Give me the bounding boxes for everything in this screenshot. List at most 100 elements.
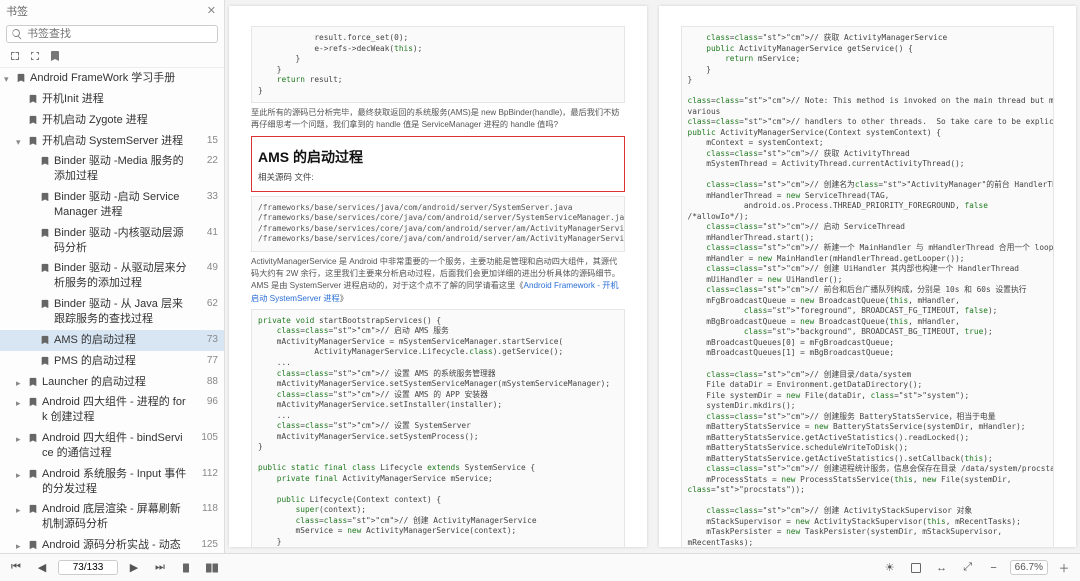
last-page-button[interactable]: ⏭ bbox=[150, 558, 170, 578]
bookmark-label: Android 四大组件 - 进程的 fork 创建过程 bbox=[42, 395, 188, 425]
zoom-out-button[interactable]: − bbox=[984, 558, 1004, 578]
bookmark-page: 118 bbox=[192, 502, 218, 516]
bookmark-label: Binder 驱动 -Media 服务的添加过程 bbox=[54, 154, 188, 184]
bookmark-page: 125 bbox=[192, 538, 218, 552]
sidebar-title: 书签 bbox=[6, 3, 205, 19]
bookmark-item-8[interactable]: AMS 的启动过程 73 bbox=[0, 330, 224, 351]
bookmark-icon bbox=[28, 94, 38, 104]
bookmark-label: Android 源码分析实战 - 动态加载修复 so 库 bbox=[42, 538, 188, 553]
bookmark-icon bbox=[28, 540, 38, 550]
source-files-label: 相关源码 文件: bbox=[258, 171, 618, 183]
bookmark-item-3[interactable]: Binder 驱动 -Media 服务的添加过程 22 bbox=[0, 151, 224, 187]
bookmark-item-11[interactable]: ▸Android 四大组件 - 进程的 fork 创建过程96 bbox=[0, 392, 224, 428]
bookmark-item-6[interactable]: Binder 驱动 - 从驱动层来分析服务的添加过程 49 bbox=[0, 258, 224, 294]
intro-paragraph: ActivityManagerService 是 Android 中非常重要的一… bbox=[251, 256, 625, 305]
bookmark-item-14[interactable]: ▸ Android 底层渲染 - 屏幕刷新机制源码分析 118 bbox=[0, 499, 224, 535]
zoom-in-button[interactable]: ＋ bbox=[1054, 558, 1074, 578]
bookmark-item-15[interactable]: ▸ Android 源码分析实战 - 动态加载修复 so 库 125 bbox=[0, 535, 224, 553]
bookmark-icon bbox=[28, 397, 38, 407]
fit-page-button[interactable]: ⤢ bbox=[958, 558, 978, 578]
bookmark-label: Android 底层渲染 - 屏幕刷新机制源码分析 bbox=[42, 502, 188, 532]
bookmark-search-input[interactable] bbox=[27, 28, 213, 40]
bookmark-item-7[interactable]: Binder 驱动 - 从 Java 层来跟踪服务的查找过程 62 bbox=[0, 294, 224, 330]
bookmark-label: 开机启动 Zygote 进程 bbox=[42, 113, 188, 128]
bookmark-icon bbox=[40, 335, 50, 345]
expand-all-button[interactable] bbox=[8, 49, 22, 63]
bookmark-item-1[interactable]: 开机启动 Zygote 进程 bbox=[0, 110, 224, 131]
bookmark-item-4[interactable]: Binder 驱动 -启动 ServiceManager 进程 33 bbox=[0, 187, 224, 223]
bookmark-page: 73 bbox=[192, 333, 218, 347]
pdf-viewer-window: 书签 ✕ ▾ Android FrameWork 学习手册开机Init 进程开机启… bbox=[0, 0, 1080, 581]
code-block-top: result.force_set(0); e->refs->decWeak(th… bbox=[251, 26, 625, 103]
twist-icon: ▸ bbox=[16, 433, 26, 445]
code-block-bottom: private void startBootstrapServices() { … bbox=[251, 309, 625, 547]
twist-icon: ▸ bbox=[16, 504, 26, 516]
add-bookmark-button[interactable] bbox=[48, 49, 62, 63]
bookmark-page: 49 bbox=[192, 261, 218, 275]
status-bar: ⏮ ◀ ▶ ⏭ ☀ ↔ ⤢ − 66.7% ＋ bbox=[0, 553, 1080, 581]
twist-icon: ▾ bbox=[4, 73, 14, 85]
bookmark-item-9[interactable]: PMS 的启动过程 77 bbox=[0, 351, 224, 372]
bookmark-page: 62 bbox=[192, 297, 218, 311]
source-files-list: /frameworks/base/services/java/com/andro… bbox=[251, 196, 625, 252]
next-page-button[interactable]: ▶ bbox=[124, 558, 144, 578]
twist-icon: ▾ bbox=[16, 136, 26, 148]
bookmark-page: 112 bbox=[192, 467, 218, 481]
bookmark-page: 22 bbox=[192, 154, 218, 168]
section-heading-box: AMS 的启动过程 相关源码 文件: bbox=[251, 136, 625, 192]
bookmark-label: PMS 的启动过程 bbox=[54, 354, 188, 369]
twist-icon: ▸ bbox=[16, 540, 26, 552]
bookmark-item-13[interactable]: ▸Android 系统服务 - Input 事件的分发过程112 bbox=[0, 464, 224, 500]
bookmark-page: 15 bbox=[192, 134, 218, 148]
section-heading: AMS 的启动过程 bbox=[258, 147, 618, 167]
bookmark-icon bbox=[28, 469, 38, 479]
bookmark-item-5[interactable]: Binder 驱动 -内核驱动层源码分析41 bbox=[0, 223, 224, 259]
bookmark-label: Binder 驱动 -启动 ServiceManager 进程 bbox=[54, 190, 188, 220]
sidebar-close-icon[interactable]: ✕ bbox=[205, 2, 218, 19]
bookmark-icon bbox=[28, 377, 38, 387]
main-area: 书签 ✕ ▾ Android FrameWork 学习手册开机Init 进程开机启… bbox=[0, 0, 1080, 553]
twist-icon: ▸ bbox=[16, 397, 26, 409]
view-mode-facing-button[interactable] bbox=[202, 558, 222, 578]
first-page-button[interactable]: ⏮ bbox=[6, 558, 26, 578]
bookmark-item-0[interactable]: 开机Init 进程 bbox=[0, 89, 224, 110]
bookmark-item-2[interactable]: ▾开机启动 SystemServer 进程15 bbox=[0, 131, 224, 152]
bookmark-icon bbox=[28, 136, 38, 146]
bookmark-root[interactable]: ▾ Android FrameWork 学习手册 bbox=[0, 68, 224, 89]
bookmark-icon bbox=[40, 228, 50, 238]
bookmark-label: Binder 驱动 - 从 Java 层来跟踪服务的查找过程 bbox=[54, 297, 188, 327]
fit-width-button[interactable]: ↔ bbox=[932, 558, 952, 578]
view-mode-single-button[interactable] bbox=[176, 558, 196, 578]
brightness-button[interactable]: ☀ bbox=[880, 558, 900, 578]
bookmark-page: 33 bbox=[192, 190, 218, 204]
bookmark-icon bbox=[16, 73, 26, 83]
document-page-right: class=class="st">"cm">// 获取 ActivityMana… bbox=[659, 6, 1077, 547]
bookmark-icon bbox=[40, 356, 50, 366]
bookmark-item-12[interactable]: ▸Android 四大组件 - bindService 的通信过程105 bbox=[0, 428, 224, 464]
bookmark-tree: ▾ Android FrameWork 学习手册开机Init 进程开机启动 Zyg… bbox=[0, 68, 224, 553]
bookmark-label: Android FrameWork 学习手册 bbox=[30, 71, 188, 86]
view-tool-button[interactable] bbox=[906, 558, 926, 578]
bookmark-search[interactable] bbox=[6, 25, 218, 43]
bookmark-label: Binder 驱动 - 从驱动层来分析服务的添加过程 bbox=[54, 261, 188, 291]
document-page-left: result.force_set(0); e->refs->decWeak(th… bbox=[229, 6, 647, 547]
bookmark-page: 77 bbox=[192, 354, 218, 368]
bookmark-label: Launcher 的启动过程 bbox=[42, 375, 188, 390]
zoom-level[interactable]: 66.7% bbox=[1010, 560, 1048, 575]
search-icon bbox=[11, 28, 23, 40]
page-number-input[interactable] bbox=[58, 560, 118, 575]
bookmark-icon bbox=[40, 192, 50, 202]
bookmark-icon bbox=[28, 504, 38, 514]
prev-page-button[interactable]: ◀ bbox=[32, 558, 52, 578]
bookmark-item-10[interactable]: ▸Launcher 的启动过程88 bbox=[0, 372, 224, 393]
bookmark-label: Binder 驱动 -内核驱动层源码分析 bbox=[54, 226, 188, 256]
bookmark-label: Android 系统服务 - Input 事件的分发过程 bbox=[42, 467, 188, 497]
bookmark-page: 105 bbox=[192, 431, 218, 445]
bookmark-label: 开机Init 进程 bbox=[42, 92, 188, 107]
bookmark-icon bbox=[40, 299, 50, 309]
code-block-right: class=class="st">"cm">// 获取 ActivityMana… bbox=[681, 26, 1055, 547]
bookmark-icon bbox=[28, 433, 38, 443]
bookmark-label: AMS 的启动过程 bbox=[54, 333, 188, 348]
collapse-all-button[interactable] bbox=[28, 49, 42, 63]
bookmark-page: 88 bbox=[192, 375, 218, 389]
